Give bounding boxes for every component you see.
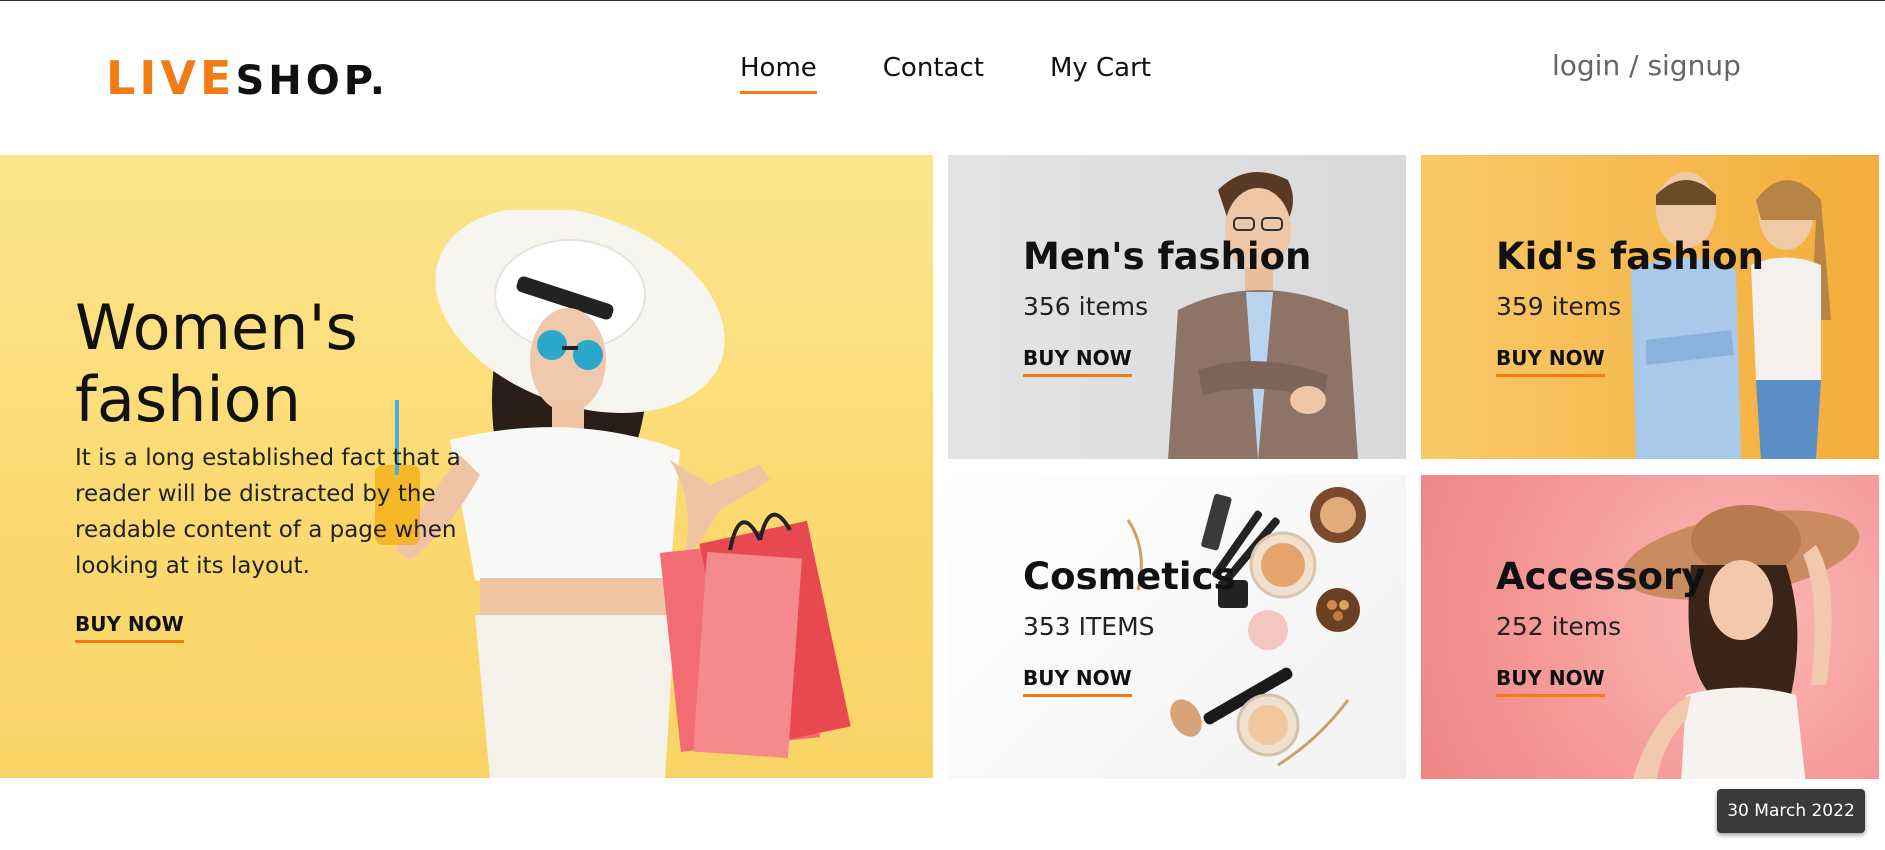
site-header: LIVESHOP. Home Contact My Cart login / s…: [0, 1, 1885, 153]
cosmetics-count: 353 ITEMS: [1023, 612, 1155, 641]
logo-dot: .: [369, 58, 389, 104]
womens-fashion-title: Women's fashion: [75, 292, 495, 436]
two-kids-image: [1616, 160, 1876, 459]
nav-cart-link[interactable]: My Cart: [1050, 53, 1151, 94]
man-in-blazer-image: [1158, 160, 1398, 459]
logo-part-shop: SHOP: [235, 58, 370, 104]
mens-buy-now-button[interactable]: BUY NOW: [1023, 346, 1132, 377]
mens-fashion-count: 356 items: [1023, 292, 1149, 321]
brand-logo[interactable]: LIVESHOP.: [106, 51, 389, 105]
kids-fashion-panel[interactable]: Kid's fashion 359 items BUY NOW: [1421, 155, 1879, 459]
accessory-buy-now-button[interactable]: BUY NOW: [1496, 666, 1605, 697]
kids-fashion-title: Kid's fashion: [1496, 235, 1764, 278]
womens-fashion-panel[interactable]: Women's fashion It is a long established…: [0, 155, 933, 778]
nav-home-link[interactable]: Home: [740, 53, 817, 94]
kids-fashion-count: 359 items: [1496, 292, 1622, 321]
cosmetics-buy-now-button[interactable]: BUY NOW: [1023, 666, 1132, 697]
mens-fashion-panel[interactable]: Men's fashion 356 items BUY NOW: [948, 155, 1406, 459]
logo-part-live: LIVE: [106, 51, 236, 105]
accessory-panel[interactable]: Accessory 252 items BUY NOW: [1421, 475, 1879, 779]
womens-title-line1: Women's: [75, 291, 358, 364]
login-signup-link[interactable]: login / signup: [1552, 49, 1741, 82]
womens-buy-now-button[interactable]: BUY NOW: [75, 612, 184, 643]
kids-buy-now-button[interactable]: BUY NOW: [1496, 346, 1605, 377]
nav-contact-link[interactable]: Contact: [883, 53, 984, 94]
womens-title-line2: fashion: [75, 363, 301, 436]
womens-fashion-description: It is a long established fact that a rea…: [75, 445, 461, 579]
accessory-count: 252 items: [1496, 612, 1622, 641]
cosmetics-panel[interactable]: Cosmetics 353 ITEMS BUY NOW: [948, 475, 1406, 779]
date-badge: 30 March 2022: [1717, 789, 1865, 833]
cosmetics-title: Cosmetics: [1023, 555, 1236, 598]
main-nav: Home Contact My Cart: [740, 53, 1151, 94]
accessory-title: Accessory: [1496, 555, 1706, 598]
mens-fashion-title: Men's fashion: [1023, 235, 1312, 278]
